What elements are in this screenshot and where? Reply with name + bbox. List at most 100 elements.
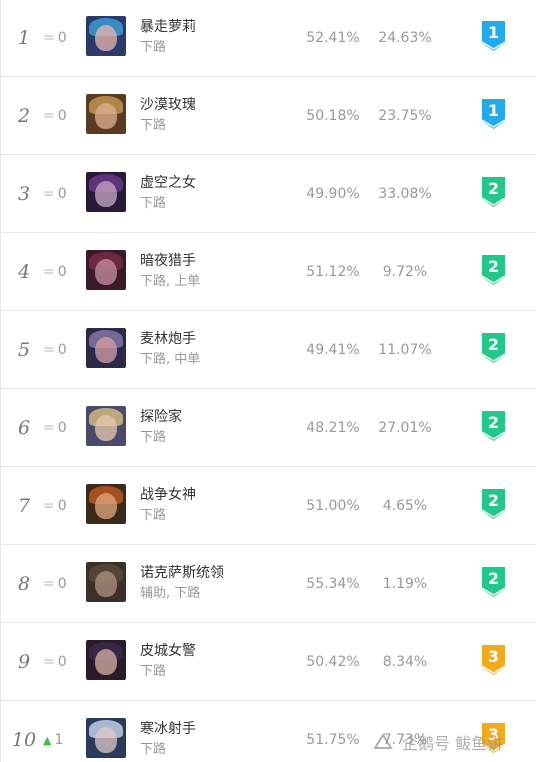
tier-badge-icon: 2 xyxy=(481,489,506,519)
tier-label: 2 xyxy=(488,257,499,276)
rank-change-symbol: ▲ xyxy=(43,734,52,747)
champion-name[interactable]: 沙漠玫瑰 xyxy=(140,94,196,114)
tier-badge-icon: 1 xyxy=(481,99,506,129)
pick-rate: 1.19% xyxy=(382,576,428,592)
swain-portrait-icon[interactable] xyxy=(86,562,126,602)
tier-label: 2 xyxy=(488,413,499,432)
rank-change-symbol: = xyxy=(43,264,55,280)
rank-number: 9 xyxy=(17,651,31,673)
caitlyn-portrait-icon[interactable] xyxy=(86,640,126,680)
rank-change-value: 0 xyxy=(57,108,67,124)
rank-change-value: 0 xyxy=(57,654,67,670)
win-rate: 52.41% xyxy=(306,30,360,46)
champion-role: 下路 xyxy=(140,118,167,133)
table-row[interactable]: 1 = 0 暴走萝莉 下路 52.41% 24.63% 1 xyxy=(0,0,536,77)
champion-name[interactable]: 虚空之女 xyxy=(140,172,196,192)
pick-rate: 23.75% xyxy=(378,108,432,124)
rank-change-value: 0 xyxy=(57,498,67,514)
pick-rate: 24.63% xyxy=(378,30,432,46)
tier-label: 1 xyxy=(488,101,499,120)
champion-name[interactable]: 寒冰射手 xyxy=(140,718,196,738)
rank-number: 2 xyxy=(17,105,31,127)
tier-label: 1 xyxy=(488,23,499,42)
champion-role: 下路, 中单 xyxy=(140,352,201,367)
champion-role: 下路 xyxy=(140,508,167,523)
win-rate: 49.90% xyxy=(306,186,360,202)
rank-number: 3 xyxy=(17,183,31,205)
champion-name[interactable]: 战争女神 xyxy=(140,484,196,504)
tier-label: 2 xyxy=(488,569,499,588)
table-row[interactable]: 2 = 0 沙漠玫瑰 下路 50.18% 23.75% 1 xyxy=(0,77,536,155)
win-rate: 48.21% xyxy=(306,420,360,436)
champion-name[interactable]: 暴走萝莉 xyxy=(140,16,196,36)
table-row[interactable]: 6 = 0 探险家 下路 48.21% 27.01% 2 xyxy=(0,389,536,467)
jinx-portrait-icon[interactable] xyxy=(86,16,126,56)
table-row[interactable]: 5 = 0 麦林炮手 下路, 中单 49.41% 11.07% 2 xyxy=(0,311,536,389)
win-rate: 51.75% xyxy=(306,732,360,748)
rank-number: 10 xyxy=(11,729,37,751)
rank-change-symbol: = xyxy=(43,654,55,670)
watermark-logo-icon xyxy=(373,733,393,749)
champion-role: 辅助, 下路 xyxy=(140,586,201,601)
samira-portrait-icon[interactable] xyxy=(86,94,126,134)
tier-label: 2 xyxy=(488,491,499,510)
win-rate: 51.12% xyxy=(306,264,360,280)
pick-rate: 9.72% xyxy=(382,264,428,280)
tier-label: 2 xyxy=(488,179,499,198)
table-row[interactable]: 7 = 0 战争女神 下路 51.00% 4.65% 2 xyxy=(0,467,536,545)
rank-change-symbol: = xyxy=(43,186,55,202)
win-rate: 49.41% xyxy=(306,342,360,358)
rank-number: 6 xyxy=(17,417,31,439)
tristana-portrait-icon[interactable] xyxy=(86,328,126,368)
champion-name[interactable]: 诺克萨斯统领 xyxy=(140,562,224,582)
tier-badge-icon: 3 xyxy=(481,645,506,675)
rank-number: 7 xyxy=(17,495,31,517)
champion-role: 下路 xyxy=(140,196,167,211)
rank-change-value: 0 xyxy=(57,30,67,46)
rank-change: = 0 xyxy=(43,233,67,311)
watermark-text: 企鹅号 鲅鱼讲 xyxy=(402,734,504,753)
sivir-portrait-icon[interactable] xyxy=(86,484,126,524)
rank-change: = 0 xyxy=(43,467,67,545)
tier-badge-icon: 2 xyxy=(481,177,506,207)
pick-rate: 11.07% xyxy=(378,342,432,358)
table-row[interactable]: 3 = 0 虚空之女 下路 49.90% 33.08% 2 xyxy=(0,155,536,233)
pick-rate: 33.08% xyxy=(378,186,432,202)
pick-rate: 8.34% xyxy=(382,654,428,670)
rank-change: = 0 xyxy=(43,77,67,155)
rank-change-value: 0 xyxy=(57,420,67,436)
ezreal-portrait-icon[interactable] xyxy=(86,406,126,446)
tier-label: 3 xyxy=(488,647,499,666)
table-row[interactable]: 4 = 0 暗夜猎手 下路, 上单 51.12% 9.72% 2 xyxy=(0,233,536,311)
rank-change-value: 1 xyxy=(54,732,64,748)
tier-badge-icon: 2 xyxy=(481,567,506,597)
tier-badge-icon: 2 xyxy=(481,333,506,363)
win-rate: 50.18% xyxy=(306,108,360,124)
tier-badge-icon: 2 xyxy=(481,411,506,441)
rank-number: 4 xyxy=(17,261,31,283)
champion-name[interactable]: 探险家 xyxy=(140,406,182,426)
rank-change-symbol: = xyxy=(43,108,55,124)
rank-number: 5 xyxy=(17,339,31,361)
rank-number: 8 xyxy=(17,573,31,595)
table-row[interactable]: 9 = 0 皮城女警 下路 50.42% 8.34% 3 xyxy=(0,623,536,701)
champion-role: 下路 xyxy=(140,430,167,445)
kaisa-portrait-icon[interactable] xyxy=(86,172,126,212)
rank-change-value: 0 xyxy=(57,264,67,280)
win-rate: 55.34% xyxy=(306,576,360,592)
win-rate: 51.00% xyxy=(306,498,360,514)
ashe-portrait-icon[interactable] xyxy=(86,718,126,758)
rank-change-symbol: = xyxy=(43,498,55,514)
table-row[interactable]: 8 = 0 诺克萨斯统领 辅助, 下路 55.34% 1.19% 2 xyxy=(0,545,536,623)
champion-name[interactable]: 暗夜猎手 xyxy=(140,250,196,270)
win-rate: 50.42% xyxy=(306,654,360,670)
vayne-portrait-icon[interactable] xyxy=(86,250,126,290)
champion-role: 下路, 上单 xyxy=(140,274,201,289)
champion-name[interactable]: 麦林炮手 xyxy=(140,328,196,348)
rank-change: = 0 xyxy=(43,155,67,233)
rank-change: ▲ 1 xyxy=(43,701,63,762)
champion-role: 下路 xyxy=(140,742,167,757)
champion-name[interactable]: 皮城女警 xyxy=(140,640,196,660)
rank-change: = 0 xyxy=(43,389,67,467)
rank-change-symbol: = xyxy=(43,420,55,436)
